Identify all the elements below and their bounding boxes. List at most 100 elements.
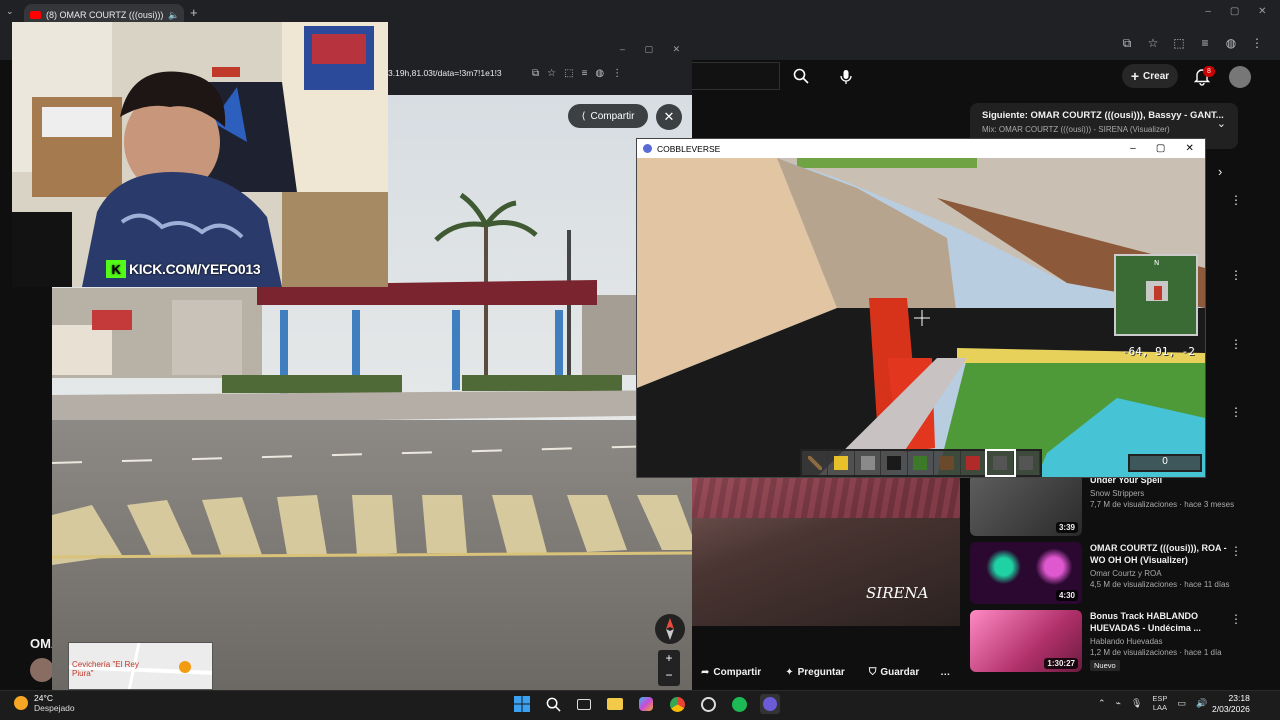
minimize-icon[interactable]: – — [620, 44, 625, 55]
search-icon[interactable] — [780, 62, 822, 90]
channel-avatar[interactable] — [30, 658, 54, 682]
install-icon[interactable]: ⧉ — [532, 68, 539, 79]
github-desktop-icon[interactable] — [698, 694, 718, 714]
profile-icon[interactable]: ◍ — [1220, 32, 1242, 54]
chevron-right-icon[interactable]: › — [1218, 164, 1222, 179]
search-input[interactable] — [692, 62, 780, 90]
hotbar-slot[interactable] — [908, 451, 935, 475]
chevron-down-icon[interactable]: ⌄ — [1217, 117, 1226, 130]
bookmark-star-icon[interactable]: ☆ — [1142, 32, 1164, 54]
chevron-up-icon[interactable]: ⌃ — [1098, 698, 1106, 709]
stone-block-icon — [860, 456, 875, 470]
file-explorer-icon[interactable] — [605, 694, 625, 714]
compass-icon[interactable] — [655, 614, 685, 644]
menu-icon[interactable]: ⋮ — [612, 68, 622, 79]
video-thumbnail[interactable]: 3:39 — [970, 474, 1082, 536]
recommendation-item[interactable]: 1:30:27 Bonus Track HABLANDO HUEVADAS - … — [970, 610, 1242, 674]
task-view-icon[interactable] — [574, 694, 594, 714]
bookmark-star-icon[interactable]: ☆ — [547, 68, 556, 79]
account-avatar[interactable] — [1229, 66, 1251, 88]
minecraft-window-title: COBBLEVERSE — [657, 143, 721, 154]
save-button[interactable]: ⛉ Guardar — [860, 660, 928, 684]
maps-url[interactable]: 3.19h,81.03t/data=!3m7!1e1!3 — [388, 68, 528, 78]
close-window-icon[interactable]: ✕ — [1258, 6, 1266, 17]
minimize-icon[interactable]: – — [1205, 6, 1211, 17]
profile-icon[interactable]: ◍ — [595, 68, 604, 79]
maximize-icon[interactable]: ▢ — [1230, 6, 1239, 17]
zoom-in-button[interactable]: + — [658, 650, 680, 667]
more-options-icon[interactable]: ⋮ — [1230, 193, 1242, 207]
maps-share-label: Compartir — [590, 110, 635, 122]
extensions-icon[interactable]: ⬚ — [1168, 32, 1190, 54]
maps-window-controls: – ▢ ✕ — [610, 44, 690, 55]
extensions-icon[interactable]: ⬚ — [564, 68, 573, 79]
chrome-icon[interactable] — [667, 694, 687, 714]
rec-channel: Omar Courtz y ROA — [1090, 569, 1162, 578]
close-window-icon[interactable]: ✕ — [1185, 143, 1193, 154]
copilot-icon[interactable] — [636, 694, 656, 714]
zoom-out-button[interactable]: − — [658, 667, 680, 684]
network-icon[interactable]: ⌁ — [1116, 698, 1121, 709]
hotbar-slot[interactable] — [961, 451, 988, 475]
kick-logo-icon: K — [106, 260, 126, 278]
create-button[interactable]: + Crear — [1122, 64, 1178, 88]
ask-label: Preguntar — [797, 666, 845, 678]
hotbar-slot[interactable] — [1014, 451, 1040, 475]
cast-icon[interactable]: ⧉ — [1116, 32, 1138, 54]
tab-list-icon[interactable]: ⌄ — [6, 6, 14, 17]
maps-window-header: – ▢ ✕ ⧉ ☆ ⬚ ≡ ◍ ⋮ — [382, 38, 692, 96]
webcam-scene — [12, 22, 388, 287]
more-options-icon[interactable]: ⋮ — [1230, 337, 1242, 351]
toolbar-icons: ⧉ ☆ ⬚ ≡ ◍ ⋮ — [1116, 32, 1268, 54]
search-icon[interactable] — [543, 694, 563, 714]
video-thumbnail[interactable]: 1:30:27 — [970, 610, 1082, 672]
hotbar-slot-selected[interactable] — [985, 449, 1016, 477]
more-options-icon[interactable]: ⋮ — [1230, 405, 1242, 419]
system-tray: ⌃ ⌁ 🎙 ESP LAA ▭ 🔊 — [1098, 694, 1207, 712]
weather-temperature: 24°C — [34, 693, 53, 703]
hotbar-slot[interactable] — [828, 451, 855, 475]
menu-icon[interactable]: ⋮ — [1246, 32, 1268, 54]
close-icon[interactable]: ✕ — [656, 104, 682, 130]
display-icon[interactable]: ▭ — [1177, 698, 1186, 709]
language-indicator[interactable]: ESP LAA — [1152, 694, 1167, 712]
system-clock[interactable]: 23:18 2/03/2026 — [1212, 693, 1250, 715]
minimize-icon[interactable]: – — [1130, 143, 1136, 154]
media-icon[interactable]: ≡ — [1194, 32, 1216, 54]
minecraft-app-icon — [643, 144, 652, 153]
up-next-subtitle: Mix: OMAR COURTZ (((ousi))) - SIRENA (Vi… — [982, 125, 1170, 134]
new-tab-icon[interactable]: + — [190, 5, 198, 20]
volume-icon[interactable]: 🔊 — [1196, 698, 1207, 709]
maps-share-button[interactable]: ⟨ Compartir — [568, 104, 648, 128]
recommendation-item[interactable]: 4:30 OMAR COURTZ (((ousi))), ROA - WO OH… — [970, 542, 1242, 606]
mic-icon[interactable] — [832, 63, 860, 91]
weather-sun-icon — [14, 696, 28, 710]
duration-badge: 4:30 — [1055, 590, 1078, 601]
coal-block-icon — [887, 456, 902, 470]
close-window-icon[interactable]: ✕ — [673, 44, 681, 55]
hotbar-slot[interactable] — [855, 451, 882, 475]
ask-button[interactable]: ✦ Preguntar — [776, 660, 854, 684]
windows-start-icon[interactable] — [512, 694, 532, 714]
more-options-icon[interactable]: ⋮ — [1230, 612, 1242, 626]
maximize-icon[interactable]: ▢ — [1156, 143, 1165, 154]
obs-icon[interactable] — [760, 694, 780, 714]
bookmark-icon: ⛉ — [868, 666, 877, 678]
recommendation-item[interactable]: 3:39 Under Your Spell Snow Strippers 7,7… — [970, 474, 1240, 538]
microphone-icon[interactable]: 🎙 — [1131, 698, 1142, 709]
spotify-icon[interactable] — [729, 694, 749, 714]
hotbar-slot[interactable] — [934, 451, 961, 475]
media-icon[interactable]: ≡ — [582, 68, 588, 79]
video-thumbnail[interactable]: 4:30 — [970, 542, 1082, 604]
more-options-icon[interactable]: ⋮ — [1230, 544, 1242, 558]
maximize-icon[interactable]: ▢ — [644, 44, 653, 55]
more-actions-button[interactable]: … — [934, 660, 956, 684]
share-button[interactable]: ➦ Compartir — [692, 660, 770, 684]
more-options-icon[interactable]: ⋮ — [1230, 268, 1242, 282]
hotbar-slot[interactable] — [802, 451, 829, 475]
kick-channel-overlay: K KICK.COM/YEFO013 — [106, 259, 261, 279]
mute-icon[interactable]: 🔈 — [168, 10, 179, 21]
video-player[interactable]: SIRENA — [692, 478, 960, 626]
hotbar-slot[interactable] — [881, 451, 908, 475]
weather-widget[interactable]: 24°C Despejado — [14, 693, 75, 713]
